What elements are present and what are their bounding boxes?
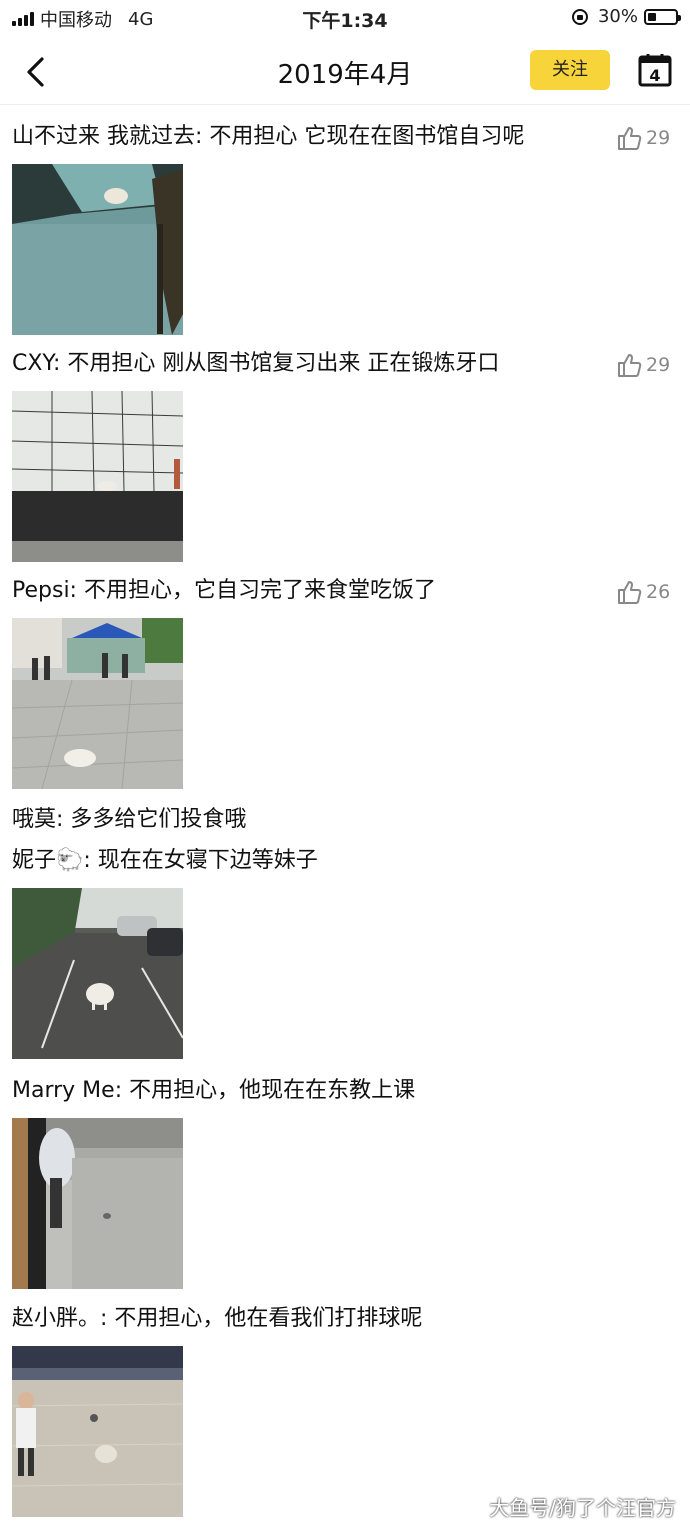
like-count: 29	[646, 127, 671, 149]
post-photo[interactable]	[12, 888, 183, 1059]
canteen-plaza-photo	[12, 618, 183, 789]
thumbs-up-icon	[618, 127, 642, 150]
post-photo[interactable]	[12, 164, 183, 335]
library-floor-photo	[12, 164, 183, 335]
like-count: 26	[646, 581, 671, 603]
comment-text: 妮子🐑: 现在在女寝下边等妹子	[12, 848, 318, 873]
calendar-button[interactable]: 4	[638, 53, 672, 87]
comment-text: 赵小胖。: 不用担心，他在看我们打排球呢	[12, 1306, 423, 1331]
nav-bar: 2019年4月 关注 4	[0, 40, 690, 105]
post-photo[interactable]	[12, 391, 183, 562]
thumbs-up-icon	[618, 581, 642, 604]
comment-text: Pepsi: 不用担心，它自习完了来食堂吃饭了	[12, 578, 436, 603]
post-photo[interactable]	[12, 618, 183, 789]
like-button[interactable]: 29	[616, 352, 670, 378]
calendar-day: 4	[649, 66, 660, 85]
like-count: 29	[646, 354, 671, 376]
watermark: 大鱼号/狗了个汪官方	[489, 1496, 676, 1520]
gym-volleyball-photo	[12, 1346, 183, 1517]
dorm-road-photo	[12, 888, 183, 1059]
post-photo[interactable]	[12, 1118, 183, 1289]
battery-percent: 30%	[597, 6, 638, 27]
comment-text: CXY: 不用担心 刚从图书馆复习出来 正在锻炼牙口	[12, 351, 500, 376]
thumbs-up-icon	[618, 354, 642, 377]
orientation-lock-icon	[571, 8, 588, 25]
calendar-icon: 4	[638, 54, 672, 87]
battery-icon	[644, 8, 681, 25]
like-button[interactable]: 26	[616, 579, 670, 605]
post-photo[interactable]	[12, 1346, 183, 1517]
court-fence-photo	[12, 391, 183, 562]
comment-text: 山不过来 我就过去: 不用担心 它现在在图书馆自习呢	[12, 124, 525, 149]
comment-text: Marry Me: 不用担心，他现在在东教上课	[12, 1078, 416, 1103]
comment-text: 哦莫: 多多给它们投食哦	[12, 807, 247, 832]
status-bar: 中国移动 4G 下午1:34 30%	[0, 0, 690, 36]
follow-button[interactable]: 关注	[530, 50, 610, 90]
east-teaching-building-photo	[12, 1118, 183, 1289]
like-button[interactable]: 29	[616, 125, 670, 151]
